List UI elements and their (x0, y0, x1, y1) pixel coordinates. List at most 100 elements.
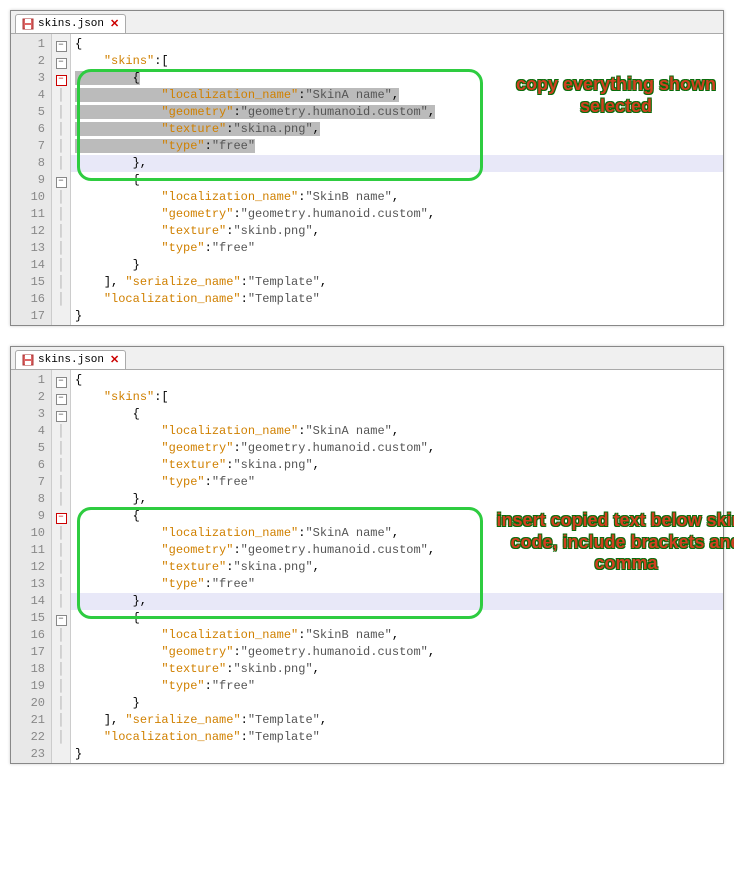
close-icon[interactable]: ✕ (110, 353, 119, 367)
fold-gutter[interactable]: −−−│││││−│││││−│││││││ (52, 370, 71, 763)
code-line[interactable]: "texture":"skina.png", (71, 121, 723, 138)
code-line[interactable]: }, (71, 491, 723, 508)
fold-marker[interactable]: − (52, 508, 70, 525)
line-number: 8 (11, 155, 51, 172)
code-line[interactable]: "texture":"skinb.png", (71, 661, 723, 678)
line-number: 5 (11, 104, 51, 121)
code-line[interactable]: "localization_name":"SkinA name", (71, 525, 723, 542)
code-content[interactable]: insert copied text below skinA code, inc… (71, 370, 723, 763)
fold-marker: │ (52, 576, 70, 593)
line-number-gutter: 1234567891011121314151617181920212223 (11, 370, 52, 763)
code-line[interactable]: "type":"free" (71, 678, 723, 695)
line-number: 3 (11, 406, 51, 423)
fold-marker: │ (52, 695, 70, 712)
fold-marker[interactable]: − (52, 372, 70, 389)
tab-bar: skins.json ✕ (11, 347, 723, 370)
code-line[interactable]: "localization_name":"Template" (71, 729, 723, 746)
code-line[interactable]: { (71, 70, 723, 87)
code-line[interactable]: }, (71, 155, 723, 172)
editor-top: skins.json ✕ 1234567891011121314151617 −… (10, 10, 724, 326)
code-line[interactable]: "localization_name":"Template" (71, 291, 723, 308)
code-line[interactable]: "texture":"skina.png", (71, 559, 723, 576)
fold-marker[interactable]: − (52, 406, 70, 423)
line-number: 12 (11, 559, 51, 576)
line-number: 9 (11, 172, 51, 189)
code-line[interactable]: }, (71, 593, 723, 610)
line-number: 1 (11, 372, 51, 389)
fold-marker[interactable]: − (52, 53, 70, 70)
code-line[interactable]: "type":"free" (71, 576, 723, 593)
code-line[interactable]: } (71, 257, 723, 274)
code-content[interactable]: copy everything shown selected { "skins"… (71, 34, 723, 325)
code-line[interactable]: "type":"free" (71, 138, 723, 155)
fold-marker[interactable]: − (52, 36, 70, 53)
code-line[interactable]: { (71, 172, 723, 189)
code-line[interactable]: ], "serialize_name":"Template", (71, 712, 723, 729)
code-line[interactable]: { (71, 372, 723, 389)
code-area-top[interactable]: 1234567891011121314151617 −−−│││││−│││││… (11, 34, 723, 325)
fold-marker (52, 746, 70, 763)
fold-marker[interactable]: − (52, 389, 70, 406)
code-line[interactable]: "localization_name":"SkinB name", (71, 189, 723, 206)
fold-marker: │ (52, 593, 70, 610)
line-number: 4 (11, 87, 51, 104)
code-line[interactable]: "geometry":"geometry.humanoid.custom", (71, 542, 723, 559)
line-number: 15 (11, 274, 51, 291)
tab-filename: skins.json (38, 18, 104, 30)
code-line[interactable]: "geometry":"geometry.humanoid.custom", (71, 440, 723, 457)
code-line[interactable]: "skins":[ (71, 389, 723, 406)
close-icon[interactable]: ✕ (110, 17, 119, 31)
line-number: 15 (11, 610, 51, 627)
line-number: 7 (11, 474, 51, 491)
fold-marker[interactable]: − (52, 172, 70, 189)
fold-marker: │ (52, 644, 70, 661)
fold-marker: │ (52, 729, 70, 746)
line-number: 5 (11, 440, 51, 457)
fold-marker: │ (52, 87, 70, 104)
code-line[interactable]: } (71, 695, 723, 712)
code-area-bottom[interactable]: 1234567891011121314151617181920212223 −−… (11, 370, 723, 763)
code-line[interactable]: { (71, 36, 723, 53)
fold-gutter[interactable]: −−−│││││−│││││││ (52, 34, 71, 325)
code-line[interactable]: "texture":"skina.png", (71, 457, 723, 474)
line-number: 16 (11, 291, 51, 308)
code-line[interactable]: "skins":[ (71, 53, 723, 70)
fold-marker: │ (52, 661, 70, 678)
code-line[interactable]: "type":"free" (71, 240, 723, 257)
line-number: 11 (11, 206, 51, 223)
save-icon (22, 354, 34, 366)
code-line[interactable]: "localization_name":"SkinB name", (71, 627, 723, 644)
code-line[interactable]: ], "serialize_name":"Template", (71, 274, 723, 291)
line-number: 4 (11, 423, 51, 440)
code-line[interactable]: "geometry":"geometry.humanoid.custom", (71, 104, 723, 121)
line-number: 13 (11, 240, 51, 257)
code-line[interactable]: } (71, 746, 723, 763)
line-number: 17 (11, 644, 51, 661)
code-line[interactable]: { (71, 406, 723, 423)
line-number: 6 (11, 457, 51, 474)
fold-marker: │ (52, 712, 70, 729)
file-tab[interactable]: skins.json ✕ (15, 350, 126, 369)
code-line[interactable]: { (71, 610, 723, 627)
fold-marker[interactable]: − (52, 610, 70, 627)
fold-marker (52, 308, 70, 325)
fold-marker: │ (52, 257, 70, 274)
code-line[interactable]: "localization_name":"SkinA name", (71, 423, 723, 440)
code-line[interactable]: } (71, 308, 723, 325)
code-line[interactable]: "type":"free" (71, 474, 723, 491)
code-line[interactable]: "geometry":"geometry.humanoid.custom", (71, 644, 723, 661)
fold-marker: │ (52, 525, 70, 542)
line-number: 14 (11, 593, 51, 610)
fold-marker: │ (52, 474, 70, 491)
line-number: 8 (11, 491, 51, 508)
line-number: 16 (11, 627, 51, 644)
fold-marker: │ (52, 274, 70, 291)
code-line[interactable]: "localization_name":"SkinA name", (71, 87, 723, 104)
fold-marker[interactable]: − (52, 70, 70, 87)
line-number: 12 (11, 223, 51, 240)
code-line[interactable]: "texture":"skinb.png", (71, 223, 723, 240)
code-line[interactable]: { (71, 508, 723, 525)
file-tab[interactable]: skins.json ✕ (15, 14, 126, 33)
code-line[interactable]: "geometry":"geometry.humanoid.custom", (71, 206, 723, 223)
tab-filename: skins.json (38, 354, 104, 366)
